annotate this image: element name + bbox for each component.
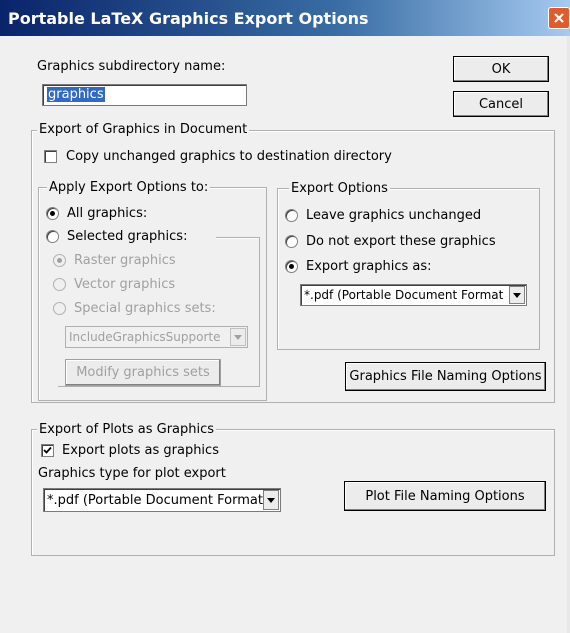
subdir-input-value[interactable]: graphics (47, 87, 105, 102)
special-graphics-label: Special graphics sets: (74, 301, 216, 316)
checkmark-icon (43, 446, 52, 454)
do-not-export-label[interactable]: Do not export these graphics (306, 234, 496, 249)
export-format-combo-value: *.pdf (Portable Document Format (304, 288, 504, 302)
chevron-down-icon (267, 497, 275, 503)
title-bar[interactable]: Portable LaTeX Graphics Export Options (0, 0, 570, 36)
close-button[interactable] (548, 7, 570, 29)
apply-to-group-title: Apply Export Options to: (47, 180, 211, 195)
plot-type-combo[interactable]: *.pdf (Portable Document Format) (43, 488, 281, 512)
do-not-export-radio[interactable] (285, 235, 298, 248)
dialog-window: Portable LaTeX Graphics Export Options G… (0, 0, 570, 633)
ok-button-label: OK (491, 61, 511, 77)
leave-unchanged-radio[interactable] (285, 209, 298, 222)
plot-type-label: Graphics type for plot export (38, 466, 226, 481)
cancel-button[interactable]: Cancel (453, 91, 549, 117)
all-graphics-label[interactable]: All graphics: (67, 206, 147, 221)
export-plots-checkbox[interactable] (41, 444, 54, 457)
graphics-file-naming-label: Graphics File Naming Options (349, 369, 542, 384)
subdir-input[interactable]: graphics (42, 84, 247, 106)
vector-graphics-radio (53, 278, 66, 291)
combo-arrow (230, 328, 246, 346)
copy-unchanged-label[interactable]: Copy unchanged graphics to destination d… (66, 149, 392, 164)
leave-unchanged-label[interactable]: Leave graphics unchanged (306, 208, 481, 223)
close-icon (554, 13, 564, 23)
plot-type-combo-value: *.pdf (Portable Document Format) (47, 493, 269, 508)
radio-dot (289, 264, 294, 269)
dialog-body: Graphics subdirectory name: graphics OK … (0, 36, 570, 633)
export-as-radio[interactable] (285, 260, 298, 273)
modify-graphics-sets-button: Modify graphics sets (65, 359, 221, 386)
export-plots-label[interactable]: Export plots as graphics (62, 443, 219, 458)
raster-graphics-label: Raster graphics (74, 253, 176, 268)
special-sets-combo-value: IncludeGraphicsSupporte (69, 330, 221, 344)
all-graphics-radio[interactable] (46, 207, 59, 220)
plot-file-naming-label: Plot File Naming Options (365, 488, 525, 504)
combo-arrow[interactable] (263, 490, 279, 510)
special-graphics-radio (53, 302, 66, 315)
combo-arrow[interactable] (509, 286, 525, 304)
export-as-label[interactable]: Export graphics as: (306, 259, 432, 274)
modify-graphics-sets-label: Modify graphics sets (76, 365, 210, 380)
export-plots-group-title: Export of Plots as Graphics (37, 422, 217, 437)
plot-file-naming-button[interactable]: Plot File Naming Options (344, 481, 546, 511)
copy-unchanged-checkbox[interactable] (44, 150, 57, 163)
graphics-file-naming-button[interactable]: Graphics File Naming Options (345, 362, 546, 391)
chevron-down-icon (513, 292, 521, 298)
ok-button[interactable]: OK (453, 56, 549, 82)
subdir-label: Graphics subdirectory name: (37, 59, 226, 74)
radio-dot (50, 211, 55, 216)
cancel-button-label: Cancel (478, 96, 524, 112)
chevron-down-icon (234, 334, 242, 340)
raster-graphics-radio (53, 254, 66, 267)
special-sets-combo: IncludeGraphicsSupporte (65, 326, 248, 348)
window-title: Portable LaTeX Graphics Export Options (8, 9, 369, 28)
vector-graphics-label: Vector graphics (74, 277, 176, 292)
radio-dot (57, 258, 62, 263)
export-graphics-group-title: Export of Graphics in Document (37, 122, 250, 137)
export-options-group-title: Export Options (289, 181, 390, 196)
export-format-combo[interactable]: *.pdf (Portable Document Format (300, 284, 527, 306)
